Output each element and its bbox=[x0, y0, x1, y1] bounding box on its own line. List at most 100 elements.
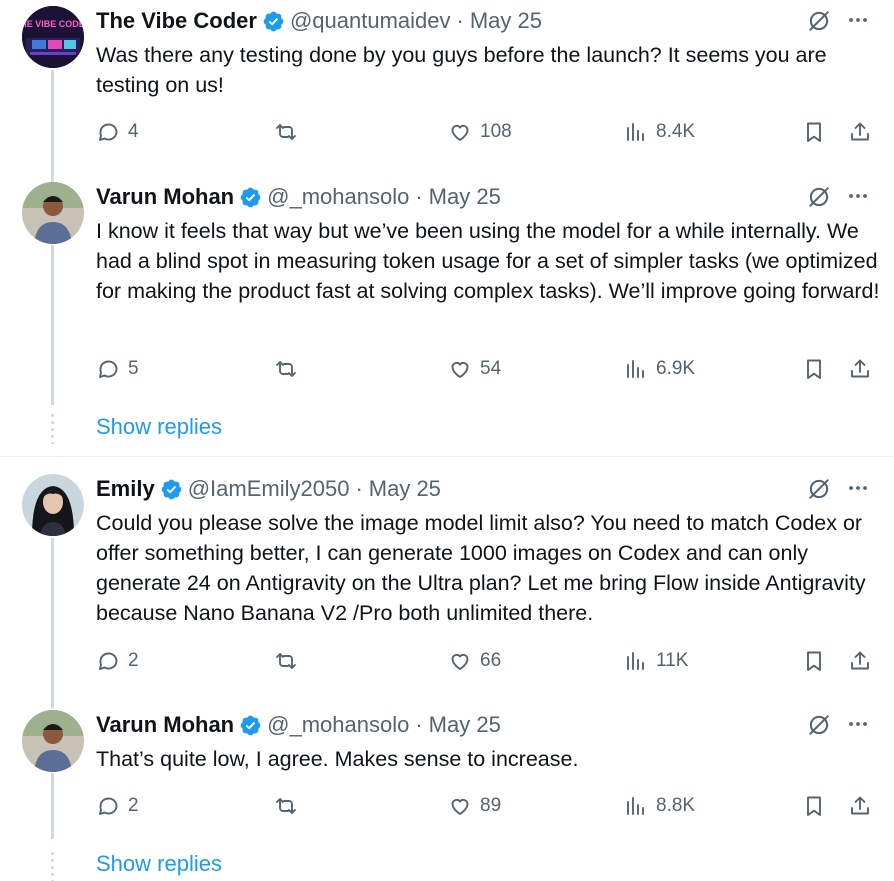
share-button[interactable] bbox=[848, 354, 872, 384]
share-button[interactable] bbox=[848, 791, 872, 821]
tweet-text: Could you please solve the image model l… bbox=[96, 511, 866, 625]
tweet-actions: 2 89 8.8K bbox=[96, 791, 876, 821]
retweet-button[interactable] bbox=[274, 646, 306, 676]
tweet[interactable]: Varun Mohan @_mohansolo · May 25 That’s … bbox=[0, 704, 894, 834]
views-button[interactable]: 8.4K bbox=[624, 117, 695, 147]
tweet-header: Varun Mohan @_mohansolo · May 25 bbox=[96, 710, 501, 740]
bookmark-button[interactable] bbox=[802, 117, 826, 147]
verified-badge-icon bbox=[240, 715, 261, 735]
author-name[interactable]: The Vibe Coder bbox=[96, 8, 257, 34]
verified-badge-icon bbox=[240, 187, 261, 207]
avatar-image bbox=[22, 710, 84, 772]
tweet-header: Varun Mohan @_mohansolo · May 25 bbox=[96, 182, 501, 212]
like-button[interactable]: 108 bbox=[448, 117, 512, 147]
show-replies-link[interactable]: Show replies bbox=[96, 414, 222, 440]
grok-icon[interactable] bbox=[806, 476, 832, 502]
like-button[interactable]: 66 bbox=[448, 646, 501, 676]
bookmark-icon bbox=[807, 122, 821, 142]
author-name[interactable]: Varun Mohan bbox=[96, 184, 234, 210]
share-icon bbox=[851, 122, 869, 141]
retweet-icon bbox=[276, 798, 296, 814]
separator: · bbox=[415, 712, 423, 737]
tweet-date[interactable]: May 25 bbox=[369, 476, 441, 502]
author-handle[interactable]: @IamEmily2050 bbox=[188, 476, 350, 502]
like-count: 66 bbox=[480, 650, 502, 671]
like-icon bbox=[451, 798, 469, 815]
like-button[interactable]: 89 bbox=[448, 791, 501, 821]
separator: · bbox=[355, 476, 363, 501]
reply-button[interactable]: 4 bbox=[96, 117, 139, 147]
tweet-actions: 2 66 11K bbox=[96, 646, 876, 676]
tweet-date[interactable]: May 25 bbox=[429, 184, 501, 210]
separator: · bbox=[456, 8, 464, 33]
reply-button[interactable]: 5 bbox=[96, 354, 139, 384]
more-icon[interactable] bbox=[846, 184, 870, 208]
like-button[interactable]: 54 bbox=[448, 354, 501, 384]
bookmark-button[interactable] bbox=[802, 791, 826, 821]
like-icon bbox=[451, 653, 469, 670]
bookmark-button[interactable] bbox=[802, 354, 826, 384]
show-replies-link[interactable]: Show replies bbox=[96, 851, 222, 877]
tweet[interactable]: Emily @IamEmily2050 · May 25 Could you p… bbox=[0, 468, 894, 688]
bookmark-icon bbox=[807, 359, 821, 379]
reply-count: 4 bbox=[128, 121, 139, 142]
views-button[interactable]: 11K bbox=[624, 646, 688, 676]
author-handle[interactable]: @_mohansolo bbox=[267, 184, 409, 210]
tweet-text: Was there any testing done by you guys b… bbox=[96, 43, 827, 97]
tweet-actions: 4 108 8.4K bbox=[96, 117, 876, 147]
views-button[interactable]: 8.8K bbox=[624, 791, 695, 821]
thread-dots bbox=[51, 412, 54, 444]
reply-button[interactable]: 2 bbox=[96, 791, 139, 821]
reply-icon bbox=[99, 360, 118, 378]
tweet-header: Emily @IamEmily2050 · May 25 bbox=[96, 474, 441, 504]
avatar-image bbox=[22, 182, 84, 244]
tweet-header: The Vibe Coder @quantumaidev · May 25 bbox=[96, 6, 542, 36]
views-icon bbox=[627, 652, 644, 670]
retweet-icon bbox=[276, 361, 296, 377]
tweet-date[interactable]: May 25 bbox=[470, 8, 542, 34]
share-button[interactable] bbox=[848, 646, 872, 676]
more-icon[interactable] bbox=[846, 712, 870, 736]
tweet-actions: 5 54 6.9K bbox=[96, 354, 876, 384]
separator: · bbox=[415, 184, 423, 209]
tweet[interactable]: Varun Mohan @_mohansolo · May 25 I know … bbox=[0, 176, 894, 406]
like-count: 108 bbox=[480, 121, 512, 142]
author-name[interactable]: Emily bbox=[96, 476, 155, 502]
views-count: 6.9K bbox=[656, 358, 696, 379]
author-handle[interactable]: @quantumaidev bbox=[290, 8, 451, 34]
author-handle[interactable]: @_mohansolo bbox=[267, 712, 409, 738]
like-icon bbox=[451, 124, 469, 141]
verified-badge-icon bbox=[263, 11, 284, 31]
avatar[interactable] bbox=[22, 710, 84, 772]
avatar[interactable] bbox=[22, 182, 84, 244]
more-icon[interactable] bbox=[846, 476, 870, 500]
retweet-button[interactable] bbox=[274, 791, 306, 821]
views-icon bbox=[627, 123, 644, 141]
avatar[interactable]: THE VIBE CODER bbox=[22, 6, 84, 68]
grok-icon[interactable] bbox=[806, 184, 832, 210]
share-icon bbox=[851, 651, 869, 670]
avatar-image: THE VIBE CODER bbox=[22, 6, 84, 68]
tweet-text: I know it feels that way but we’ve been … bbox=[96, 219, 880, 303]
grok-icon[interactable] bbox=[806, 8, 832, 34]
bookmark-button[interactable] bbox=[802, 646, 826, 676]
reply-icon bbox=[99, 652, 118, 670]
tweet-date[interactable]: May 25 bbox=[429, 712, 501, 738]
share-button[interactable] bbox=[848, 117, 872, 147]
avatar[interactable] bbox=[22, 474, 84, 536]
retweet-button[interactable] bbox=[274, 354, 306, 384]
retweet-icon bbox=[276, 124, 296, 140]
reply-button[interactable]: 2 bbox=[96, 646, 139, 676]
views-icon bbox=[627, 360, 644, 378]
tweet-text: That’s quite low, I agree. Makes sense t… bbox=[96, 747, 579, 771]
tweet[interactable]: THE VIBE CODER The Vibe Coder @quantumai… bbox=[0, 0, 894, 170]
verified-badge-icon bbox=[161, 479, 182, 499]
avatar-logo-text: THE VIBE CODER bbox=[22, 19, 84, 29]
retweet-button[interactable] bbox=[274, 117, 306, 147]
retweet-icon bbox=[276, 653, 296, 669]
more-icon[interactable] bbox=[846, 8, 870, 32]
author-name[interactable]: Varun Mohan bbox=[96, 712, 234, 738]
views-button[interactable]: 6.9K bbox=[624, 354, 695, 384]
bookmark-icon bbox=[807, 796, 821, 816]
grok-icon[interactable] bbox=[806, 712, 832, 738]
